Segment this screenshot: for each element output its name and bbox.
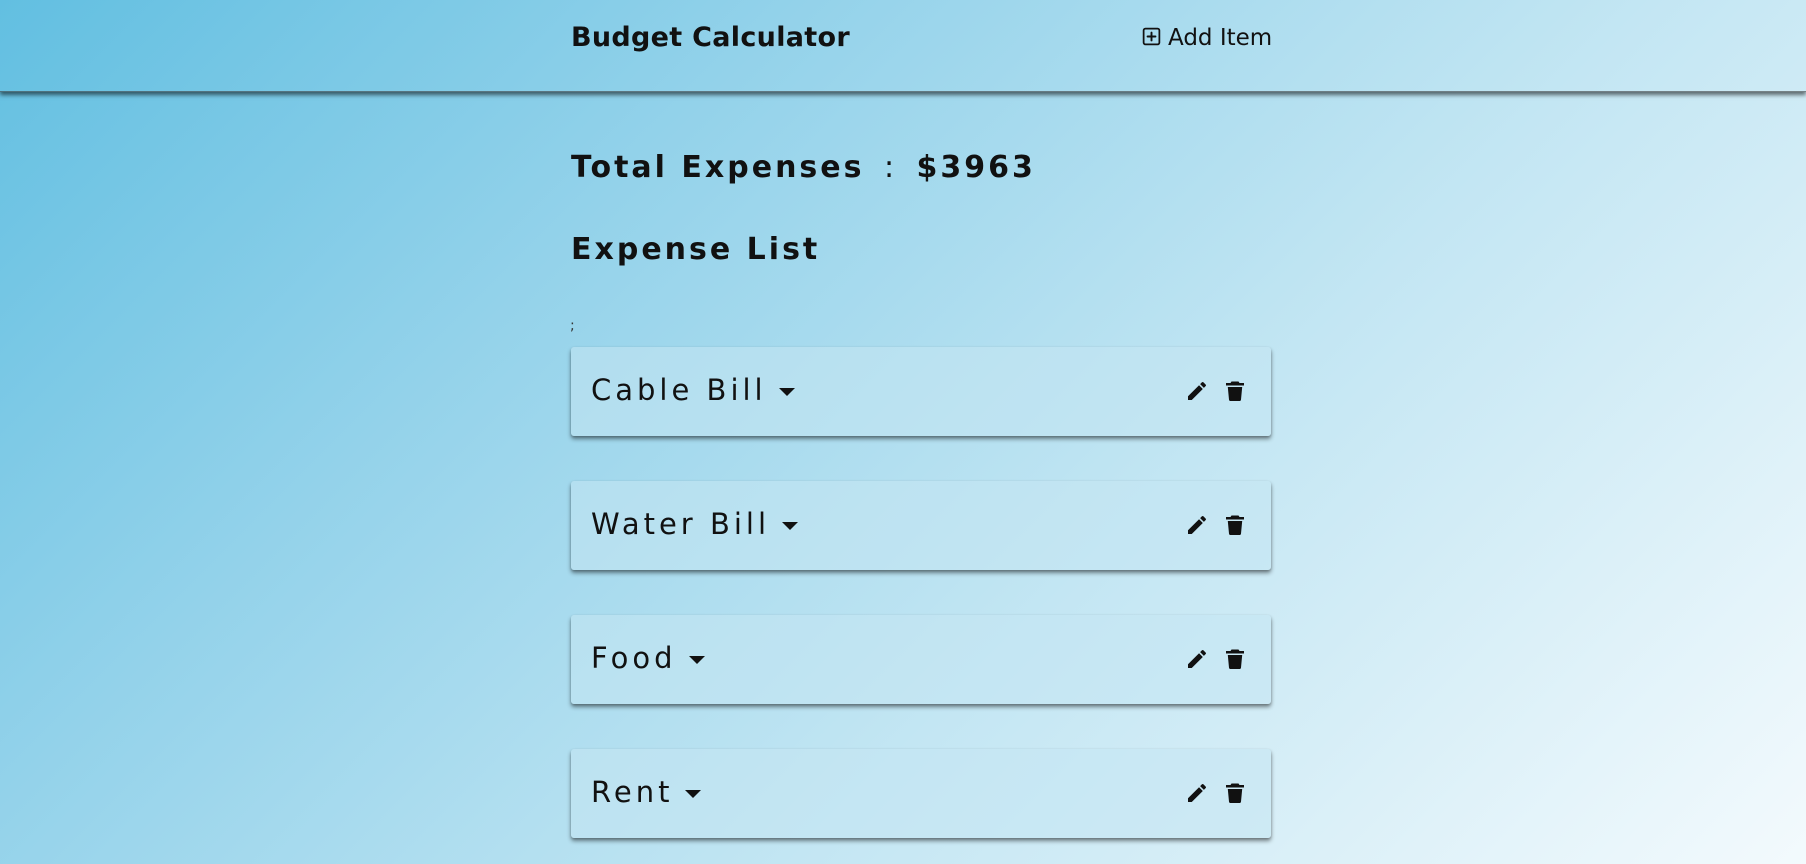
stray-text: ; — [570, 318, 575, 334]
trash-icon[interactable] — [1223, 513, 1247, 537]
expense-item-actions — [1185, 647, 1247, 671]
expense-item-name: Rent — [591, 775, 674, 809]
app-title: Budget Calculator — [571, 22, 850, 53]
expense-item-name: Food — [591, 641, 677, 675]
expense-item-toggle[interactable]: Food — [591, 641, 705, 675]
caret-down-icon — [688, 656, 705, 664]
trash-icon[interactable] — [1223, 379, 1247, 403]
app-header: Budget Calculator Add Item — [0, 0, 1806, 92]
expense-item-food[interactable]: Food — [571, 615, 1271, 704]
expense-item-actions — [1185, 781, 1247, 805]
expense-item-toggle[interactable]: Water Bill — [591, 507, 799, 541]
trash-icon[interactable] — [1223, 647, 1247, 671]
expense-item-toggle[interactable]: Cable Bill — [591, 373, 795, 407]
total-expenses: Total Expenses : $3963 — [571, 150, 1036, 185]
expense-item-rent[interactable]: Rent — [571, 749, 1271, 838]
expense-item-cable-bill[interactable]: Cable Bill — [571, 347, 1271, 436]
caret-down-icon — [685, 790, 702, 798]
plus-square-icon — [1141, 26, 1168, 51]
pencil-icon[interactable] — [1185, 647, 1209, 671]
add-item-label: Add Item — [1168, 25, 1273, 51]
trash-icon[interactable] — [1223, 781, 1247, 805]
total-expenses-value: $3963 — [916, 150, 1036, 185]
expense-item-water-bill[interactable]: Water Bill — [571, 481, 1271, 570]
expense-item-name: Cable Bill — [591, 373, 767, 407]
caret-down-icon — [778, 388, 795, 396]
pencil-icon[interactable] — [1185, 379, 1209, 403]
expense-list-title: Expense List — [571, 232, 821, 267]
expense-item-actions — [1185, 513, 1247, 537]
expense-item-toggle[interactable]: Rent — [591, 775, 702, 809]
add-item-button[interactable]: Add Item — [1141, 25, 1272, 51]
caret-down-icon — [782, 522, 799, 530]
expense-item-name: Water Bill — [591, 507, 771, 541]
pencil-icon[interactable] — [1185, 513, 1209, 537]
total-expenses-label: Total Expenses — [571, 150, 865, 185]
expense-item-actions — [1185, 379, 1247, 403]
pencil-icon[interactable] — [1185, 781, 1209, 805]
total-expenses-separator: : — [883, 150, 898, 185]
